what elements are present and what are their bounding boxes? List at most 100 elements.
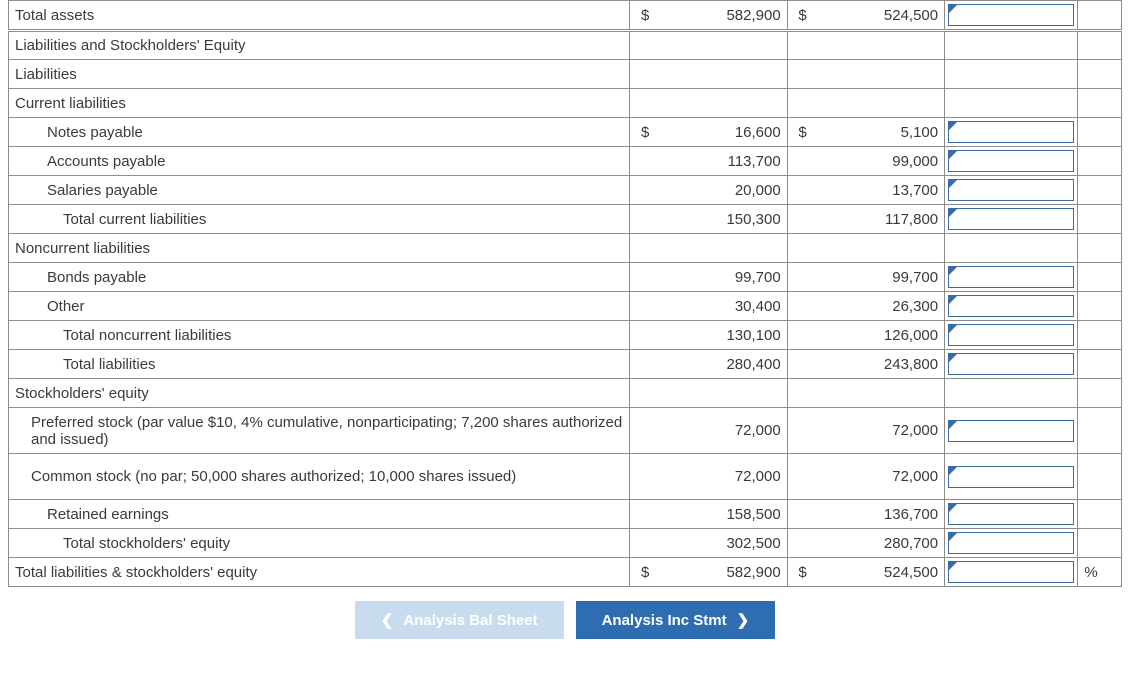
currency-symbol (787, 263, 817, 292)
table-row: Liabilities and Stockholders' Equity (9, 31, 1122, 60)
currency-symbol (630, 292, 660, 321)
input-cell (945, 89, 1078, 118)
table-row: Current liabilities (9, 89, 1122, 118)
pct-cell (1078, 205, 1122, 234)
input-cell[interactable] (945, 118, 1078, 147)
input-cell[interactable] (945, 205, 1078, 234)
currency-symbol (787, 408, 817, 454)
value-col1: 158,500 (660, 500, 787, 529)
currency-symbol (630, 147, 660, 176)
currency-symbol: $ (787, 1, 817, 31)
input-cell[interactable] (945, 1, 1078, 31)
input-cell[interactable] (945, 147, 1078, 176)
currency-symbol (630, 31, 660, 60)
answer-input[interactable] (948, 503, 1074, 525)
input-cell[interactable] (945, 321, 1078, 350)
currency-symbol: $ (787, 118, 817, 147)
pct-cell (1078, 89, 1122, 118)
answer-input[interactable] (948, 324, 1074, 346)
value-col2: 99,700 (817, 263, 944, 292)
input-cell[interactable] (945, 500, 1078, 529)
table-row: Total assets$582,900$524,500 (9, 1, 1122, 31)
input-cell[interactable] (945, 529, 1078, 558)
value-col1: 582,900 (660, 1, 787, 31)
table-row: Liabilities (9, 60, 1122, 89)
currency-symbol (630, 500, 660, 529)
input-cell[interactable] (945, 408, 1078, 454)
answer-input[interactable] (948, 4, 1074, 26)
value-col1: 150,300 (660, 205, 787, 234)
currency-symbol (787, 350, 817, 379)
answer-input[interactable] (948, 266, 1074, 288)
currency-symbol (787, 147, 817, 176)
input-cell[interactable] (945, 176, 1078, 205)
row-label: Bonds payable (9, 263, 630, 292)
currency-symbol: $ (630, 118, 660, 147)
row-label: Liabilities (9, 60, 630, 89)
table-row: Other30,40026,300 (9, 292, 1122, 321)
currency-symbol (787, 176, 817, 205)
table-row: Stockholders' equity (9, 379, 1122, 408)
input-cell[interactable] (945, 558, 1078, 587)
input-cell[interactable] (945, 263, 1078, 292)
next-button[interactable]: Analysis Inc Stmt ❯ (576, 601, 776, 639)
answer-input[interactable] (948, 150, 1074, 172)
answer-input[interactable] (948, 295, 1074, 317)
table-row: Total noncurrent liabilities130,100126,0… (9, 321, 1122, 350)
input-cell (945, 60, 1078, 89)
currency-symbol (630, 263, 660, 292)
value-col2: 280,700 (817, 529, 944, 558)
row-label: Salaries payable (9, 176, 630, 205)
value-col2: 72,000 (817, 408, 944, 454)
input-cell (945, 234, 1078, 263)
value-col2 (817, 89, 944, 118)
answer-input[interactable] (948, 420, 1074, 442)
pct-cell (1078, 1, 1122, 31)
input-cell[interactable] (945, 350, 1078, 379)
prev-button[interactable]: ❮ Analysis Bal Sheet (355, 601, 564, 639)
row-label: Accounts payable (9, 147, 630, 176)
row-label: Noncurrent liabilities (9, 234, 630, 263)
currency-symbol (787, 234, 817, 263)
value-col1 (660, 89, 787, 118)
currency-symbol (787, 321, 817, 350)
currency-symbol: $ (630, 558, 660, 587)
input-cell[interactable] (945, 292, 1078, 321)
row-label: Other (9, 292, 630, 321)
currency-symbol (787, 205, 817, 234)
balance-sheet-table: Total assets$582,900$524,500Liabilities … (8, 0, 1122, 587)
input-cell (945, 379, 1078, 408)
row-label: Common stock (no par; 50,000 shares auth… (9, 454, 630, 500)
currency-symbol (630, 379, 660, 408)
nav-row: ❮ Analysis Bal Sheet Analysis Inc Stmt ❯ (0, 601, 1130, 639)
answer-input[interactable] (948, 208, 1074, 230)
answer-input[interactable] (948, 179, 1074, 201)
answer-input[interactable] (948, 466, 1074, 488)
value-col1: 130,100 (660, 321, 787, 350)
answer-input[interactable] (948, 353, 1074, 375)
answer-input[interactable] (948, 561, 1074, 583)
value-col2: 136,700 (817, 500, 944, 529)
value-col1: 99,700 (660, 263, 787, 292)
table-row: Bonds payable 99,700 99,700 (9, 263, 1122, 292)
currency-symbol (630, 350, 660, 379)
currency-symbol (630, 176, 660, 205)
value-col2: 26,300 (817, 292, 944, 321)
answer-input[interactable] (948, 532, 1074, 554)
row-label: Total liabilities & stockholders' equity (9, 558, 630, 587)
row-label: Total assets (9, 1, 630, 31)
pct-cell (1078, 118, 1122, 147)
value-col2: 524,500 (817, 558, 944, 587)
pct-cell (1078, 60, 1122, 89)
pct-cell (1078, 147, 1122, 176)
answer-input[interactable] (948, 121, 1074, 143)
value-col1 (660, 234, 787, 263)
value-col2: 13,700 (817, 176, 944, 205)
row-label: Current liabilities (9, 89, 630, 118)
table-row: Total stockholders' equity302,500280,700 (9, 529, 1122, 558)
row-label: Total liabilities (9, 350, 630, 379)
table-row: Total liabilities280,400243,800 (9, 350, 1122, 379)
value-col2: 5,100 (817, 118, 944, 147)
pct-cell (1078, 31, 1122, 60)
input-cell[interactable] (945, 454, 1078, 500)
